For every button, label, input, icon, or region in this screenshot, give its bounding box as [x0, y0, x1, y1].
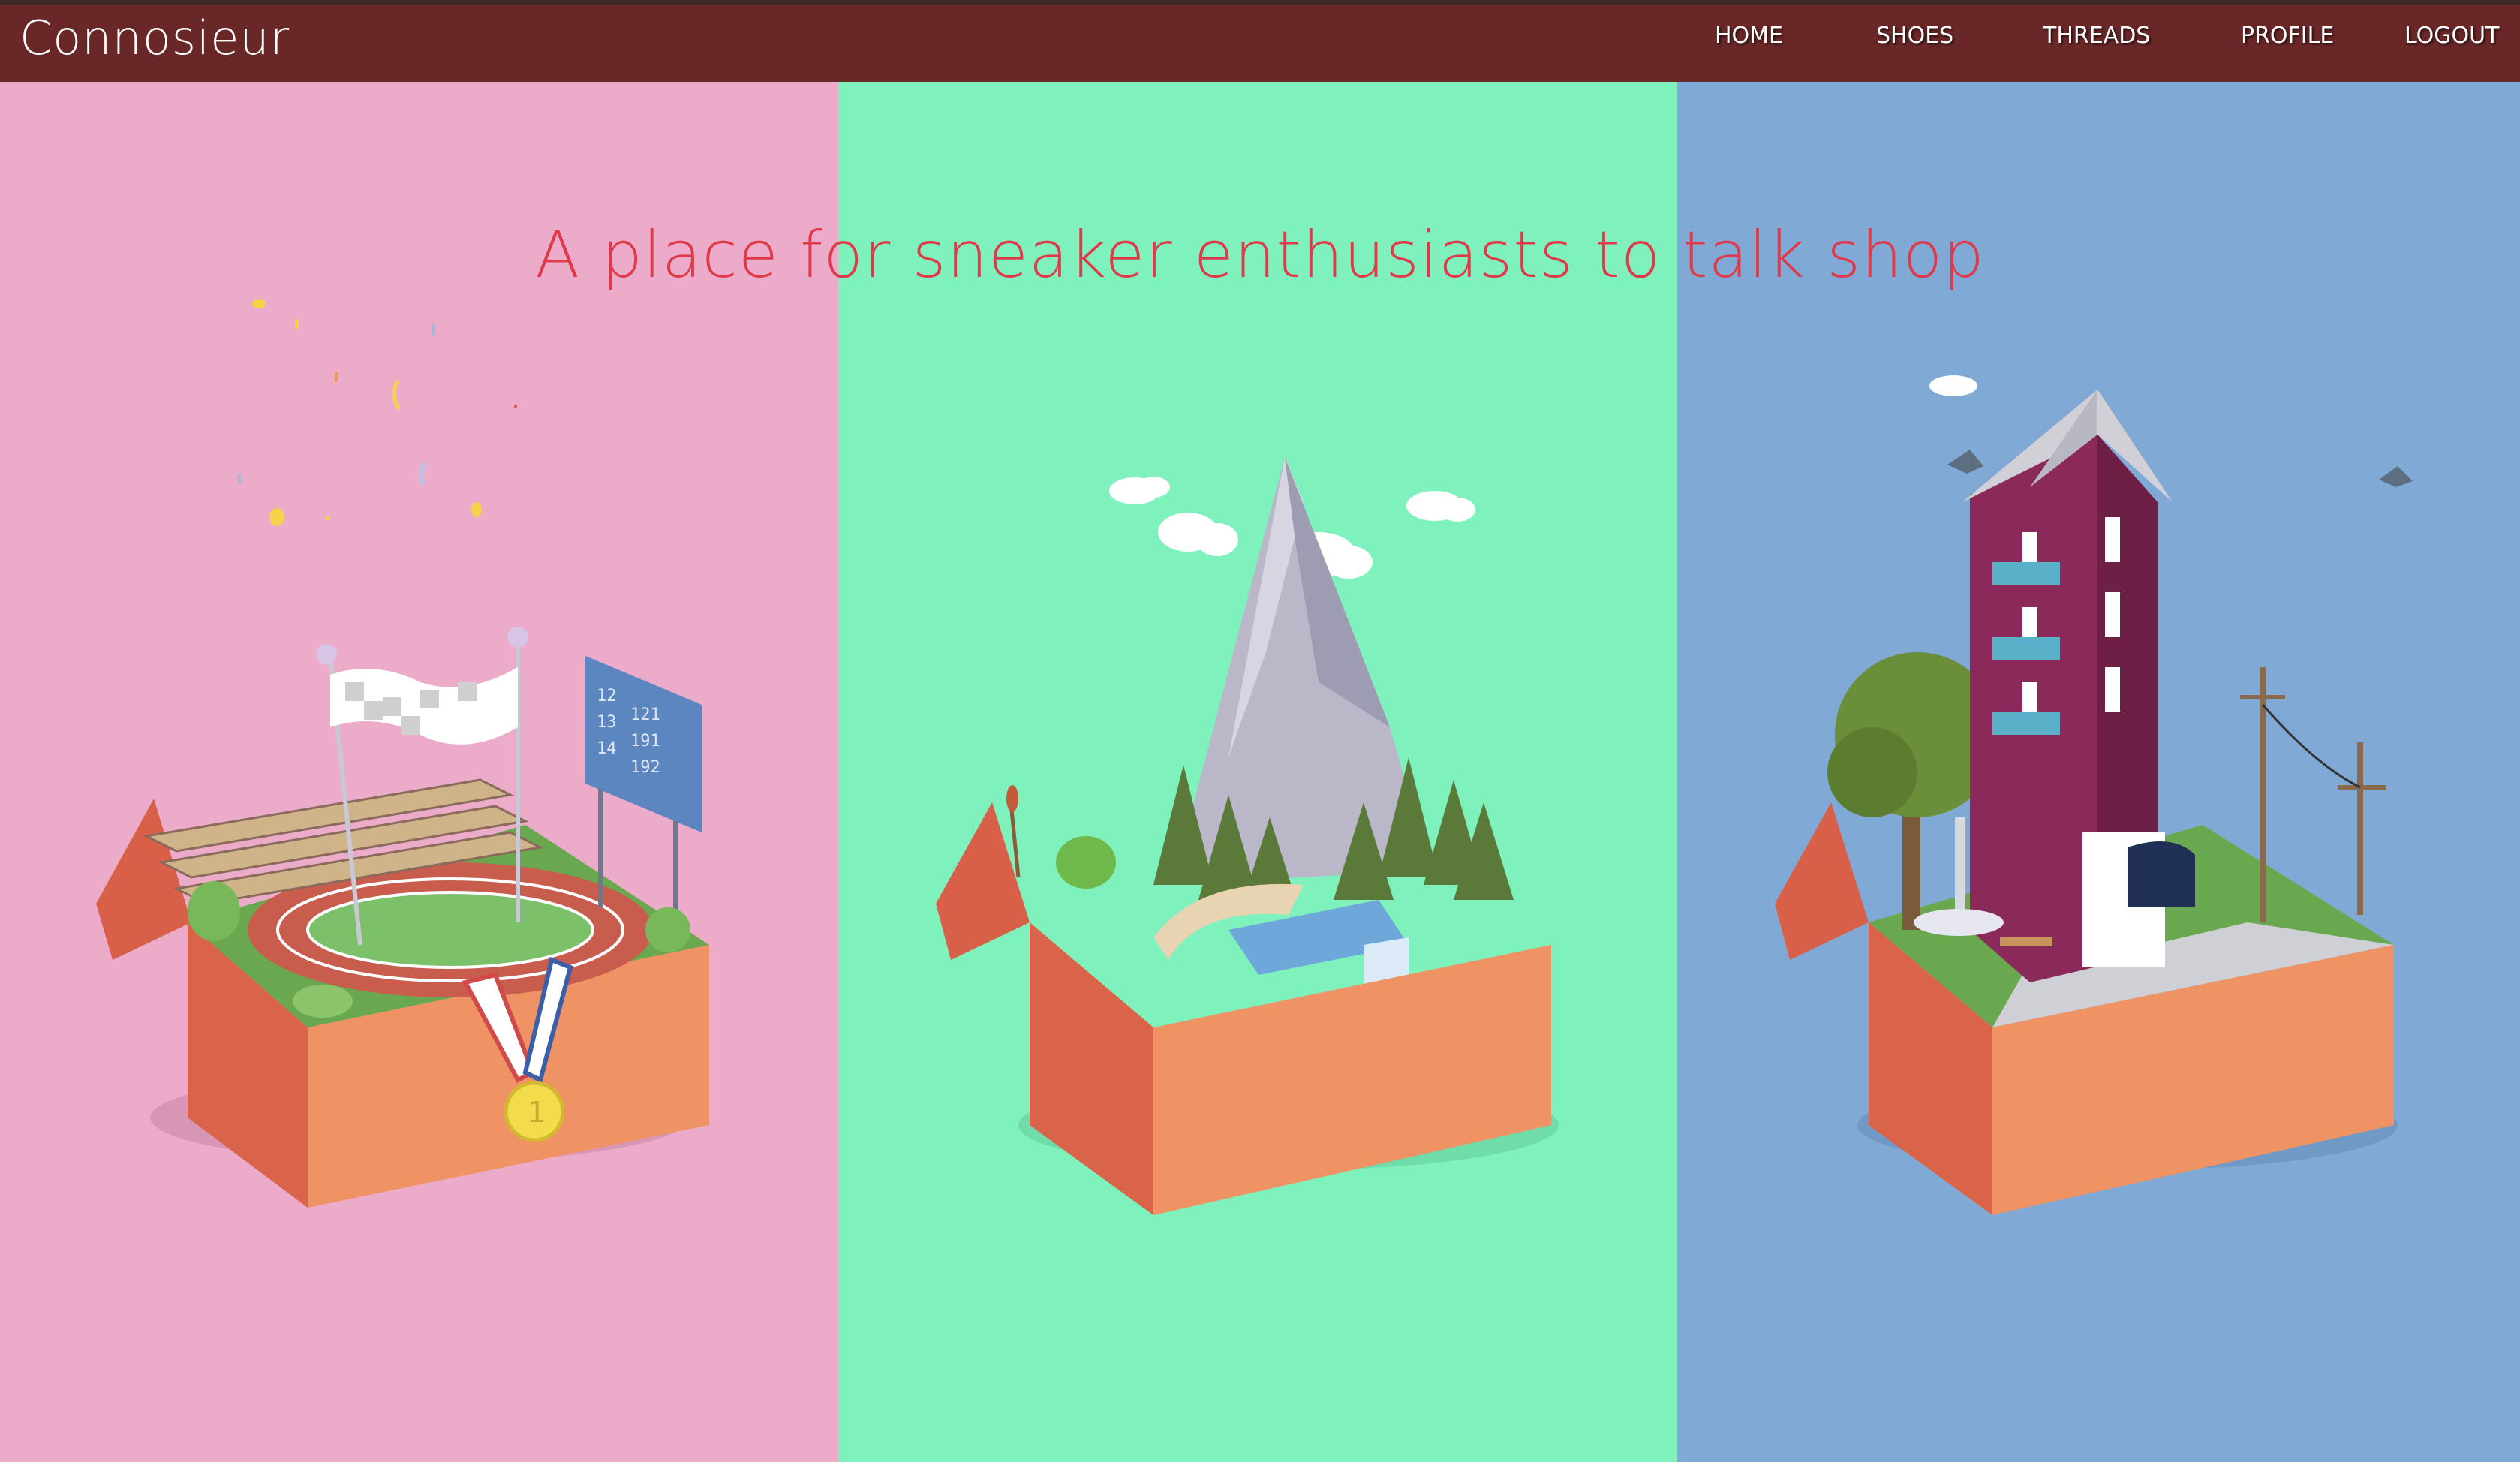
scoreboard-number: 121	[630, 705, 660, 724]
nav-shoes[interactable]: SHOES	[1876, 23, 1953, 49]
navbar: Connosieur HOME SHOES THREADS PROFILE LO…	[0, 5, 2520, 82]
medal-number: 1	[528, 1096, 546, 1129]
brand-logo[interactable]: Connosieur	[20, 11, 290, 65]
scoreboard-number: 13	[597, 713, 617, 732]
nav-logout[interactable]: LOGOUT	[2404, 23, 2499, 49]
scoreboard-number: 192	[630, 758, 660, 777]
scoreboard-number: 191	[630, 732, 660, 751]
hero-tagline: A place for sneaker enthusiasts to talk …	[535, 218, 1985, 293]
nav-threads[interactable]: THREADS	[2043, 23, 2150, 49]
nav-home[interactable]: HOME	[1715, 23, 1783, 49]
scoreboard-number: 14	[597, 739, 617, 758]
nav-profile[interactable]: PROFILE	[2241, 23, 2334, 49]
scoreboard-number: 12	[597, 687, 617, 705]
